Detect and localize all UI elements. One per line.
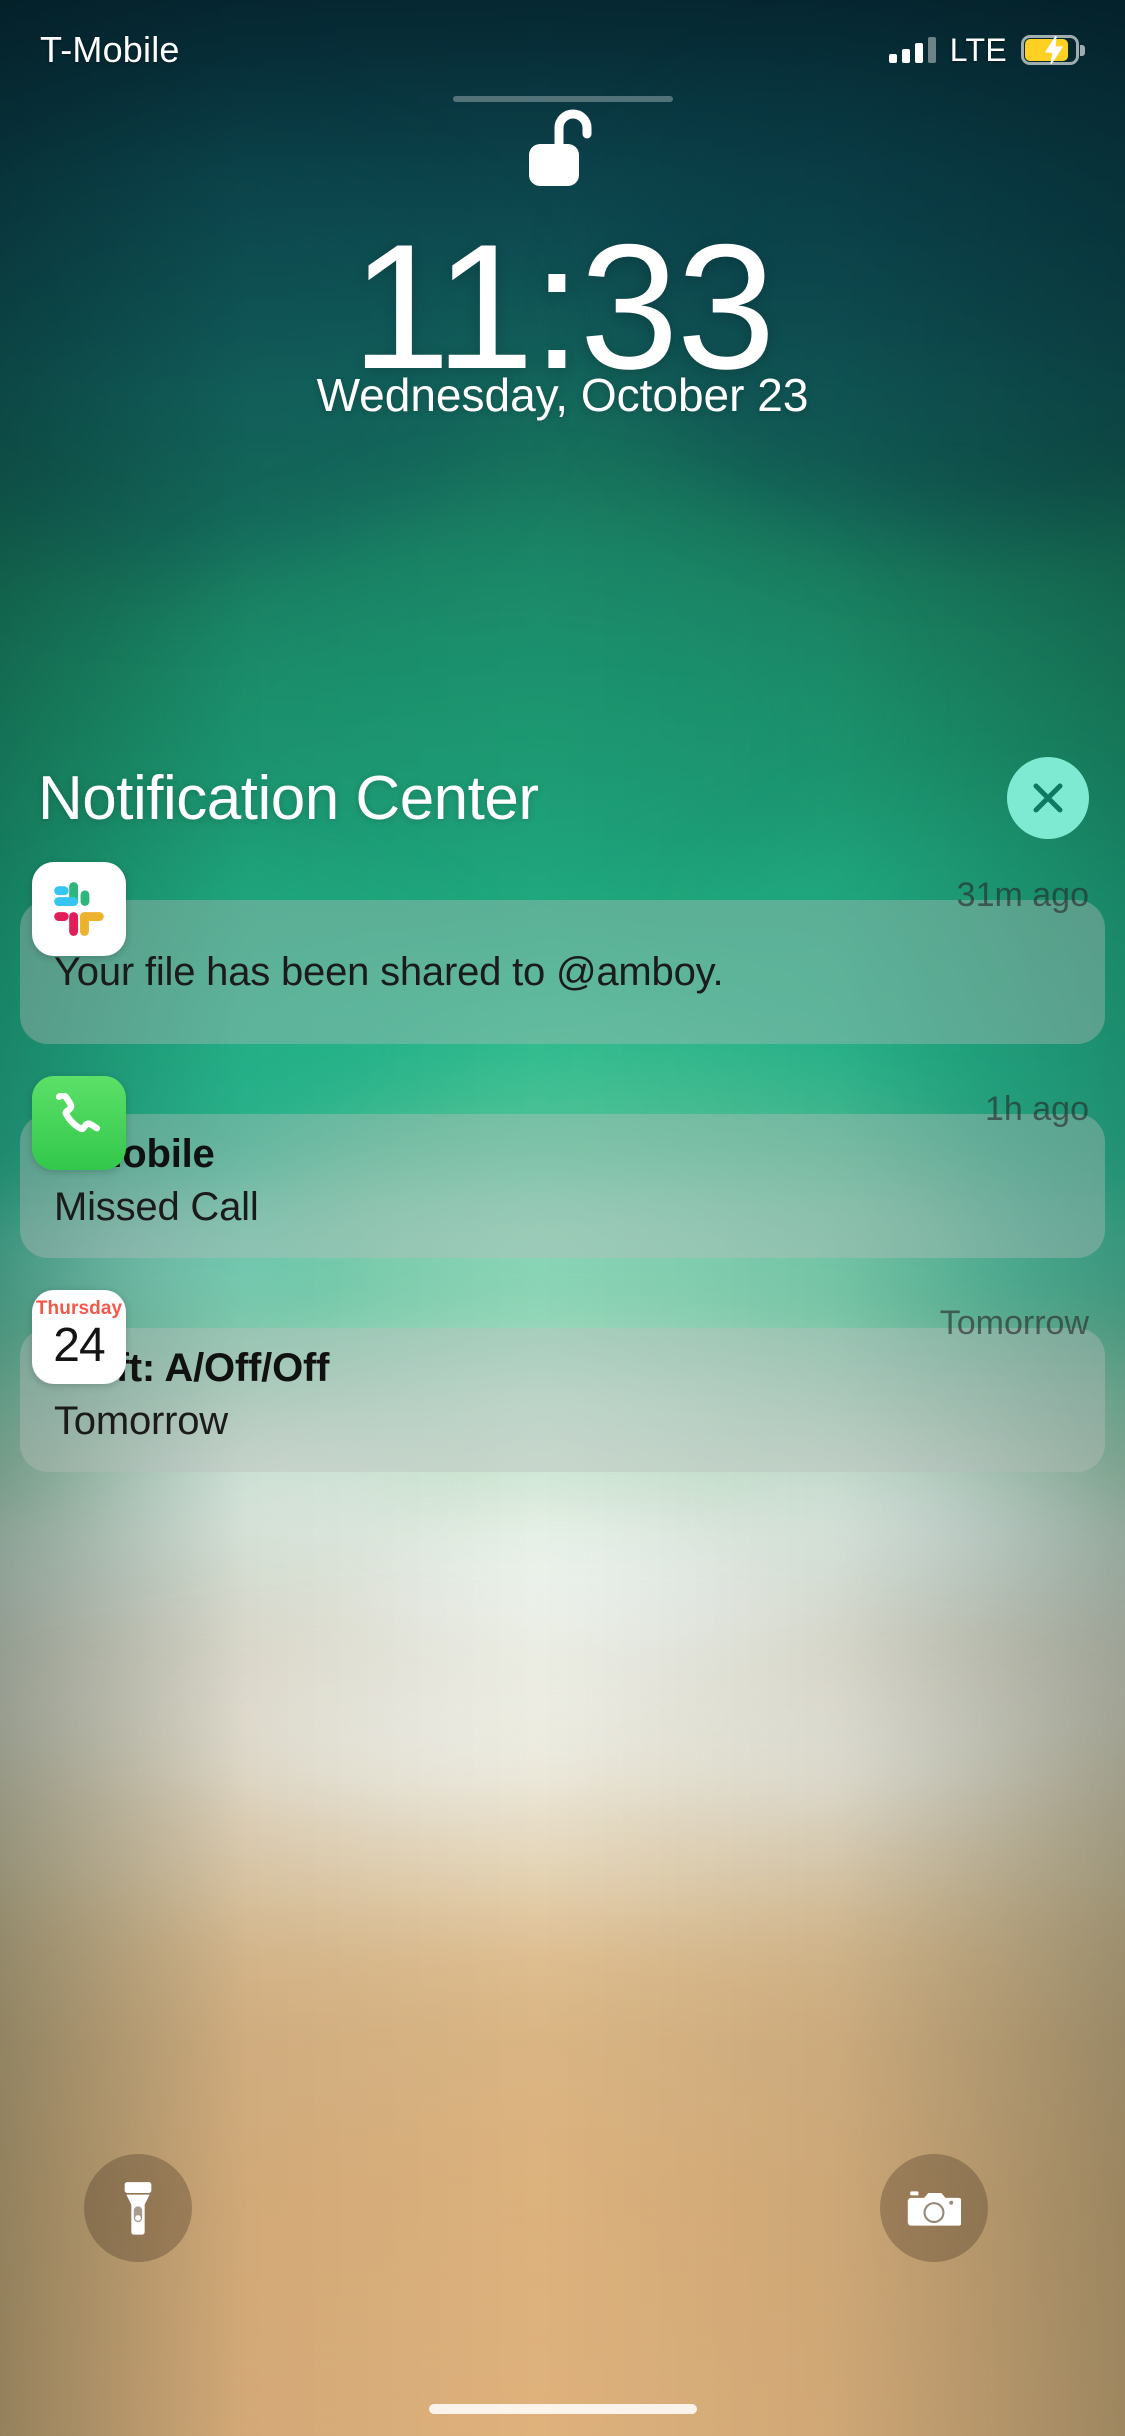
notification-center-header: Notification Center (0, 752, 1125, 844)
notification-timestamp: Tomorrow (939, 1304, 1089, 1342)
phone-app-icon (32, 1076, 126, 1170)
status-bar: T-Mobile LTE (0, 0, 1125, 100)
notification-timestamp: 31m ago (956, 876, 1089, 914)
notification-card[interactable]: T Mobile Missed Call (20, 1114, 1105, 1258)
status-bar-right: LTE (888, 31, 1085, 69)
lock-screen: T-Mobile LTE 11:33 Wednesday, October 23… (0, 0, 1125, 2436)
notification-card[interactable]: Your file has been shared to @amboy. (20, 900, 1105, 1044)
home-indicator[interactable] (428, 2404, 697, 2414)
notification-item-slack[interactable]: 31m ago Your file has been shared to @am… (0, 862, 1125, 1044)
calendar-app-icon: Thursday 24 (32, 1290, 126, 1384)
camera-button[interactable] (880, 2154, 988, 2262)
camera-icon (907, 2190, 961, 2226)
notification-title: T Mobile (54, 1132, 215, 1176)
flashlight-button[interactable] (84, 2154, 192, 2262)
notification-center-title: Notification Center (38, 763, 539, 833)
close-x-icon (1033, 783, 1063, 813)
lock-screen-date: Wednesday, October 23 (316, 369, 809, 421)
notification-item-calendar[interactable]: Thursday 24 Tomorrow Shift: A/Off/Off To… (0, 1290, 1125, 1472)
calendar-weekday: Thursday (35, 1298, 123, 1319)
notification-timestamp: 1h ago (985, 1090, 1089, 1128)
battery-charging-icon (1021, 35, 1085, 65)
flashlight-icon (124, 2182, 152, 2235)
cellular-signal-icon (888, 37, 936, 63)
notification-body: Your file has been shared to @amboy. (54, 950, 724, 994)
network-type-label: LTE (949, 31, 1007, 68)
unlocked-padlock-icon (521, 108, 605, 190)
calendar-day-number: 24 (53, 1319, 105, 1372)
notification-body: Missed Call (54, 1184, 259, 1229)
slack-app-icon (32, 862, 126, 956)
notification-center-close-button[interactable] (1007, 757, 1089, 839)
status-bar-underline (452, 96, 673, 102)
notification-body: Tomorrow (54, 1398, 228, 1443)
carrier-label: T-Mobile (40, 29, 180, 70)
notification-title: Shift: A/Off/Off (54, 1346, 330, 1390)
notification-card[interactable]: Shift: A/Off/Off Tomorrow (20, 1328, 1105, 1472)
notification-list: 31m ago Your file has been shared to @am… (0, 862, 1125, 1504)
charging-bolt-icon (1043, 36, 1069, 64)
notification-item-phone[interactable]: 1h ago T Mobile Missed Call (0, 1076, 1125, 1258)
